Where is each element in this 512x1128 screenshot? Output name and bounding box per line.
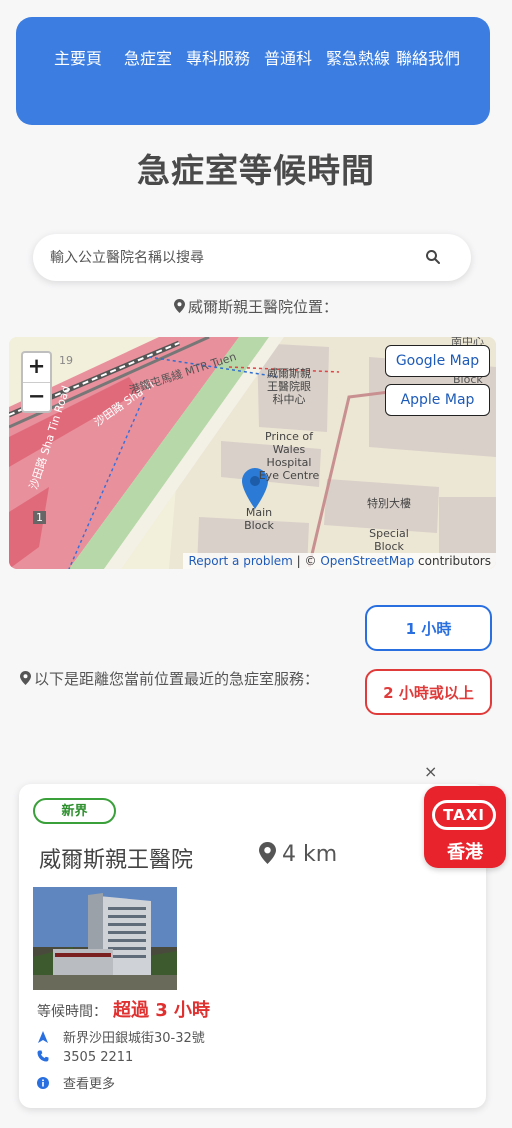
taxi-label: TAXI: [432, 800, 496, 830]
taxi-hk-button[interactable]: TAXI 香港: [424, 786, 506, 868]
wait-time-label: 等候時間：: [37, 1004, 107, 1020]
hospital-name: 威爾斯親王醫院: [39, 848, 194, 873]
osm-link[interactable]: OpenStreetMap: [320, 554, 414, 568]
distance: 4 km: [259, 842, 337, 867]
location-label: 威爾斯親王醫院位置：: [0, 296, 512, 317]
phone-icon: [37, 1050, 49, 1062]
map-pin-icon: [173, 299, 185, 313]
map-pin-icon: [20, 671, 31, 685]
google-map-button[interactable]: Google Map: [385, 345, 490, 377]
zoom-in-button[interactable]: +: [23, 353, 50, 383]
apple-map-button[interactable]: Apple Map: [385, 384, 490, 416]
map-label-number: 19: [59, 354, 73, 367]
navigation-arrow-icon: [38, 1031, 48, 1043]
nav-item-hotline[interactable]: 緊急熱線: [323, 48, 393, 70]
nav-item-label: 聯絡我們: [395, 49, 460, 68]
address-row[interactable]: 新界沙田銀城街30-32號: [37, 1027, 205, 1046]
wait-time-row: 等候時間： 超過 3 小時: [37, 996, 210, 1022]
map-pin-icon: [259, 842, 276, 864]
nav-item-label: 普通科: [263, 49, 312, 68]
search-input[interactable]: [48, 248, 412, 267]
filter-2-hours-button[interactable]: 2 小時或以上: [365, 669, 492, 715]
map-label-main-block: Main Block: [244, 506, 274, 532]
search-bar: [33, 234, 471, 281]
hospital-card[interactable]: 新界 威爾斯親王醫院 4 km 等候時間： 超過 3 小時 新界沙田銀城街30-3…: [19, 784, 486, 1108]
zoom-control: + −: [21, 351, 52, 413]
search-icon[interactable]: [425, 249, 441, 265]
nav-item-label: 專科服務: [185, 49, 250, 68]
more-row[interactable]: 查看更多: [37, 1073, 115, 1092]
taxi-hk-label: 香港: [447, 842, 483, 863]
nav-item-label: 急症室: [123, 49, 172, 68]
wait-time-value: 超過 3 小時: [113, 1000, 211, 1021]
more-link: 查看更多: [63, 1077, 116, 1092]
nearest-label: 以下是距離您當前位置最近的急症室服務：: [20, 668, 319, 689]
distance-value: 4 km: [282, 842, 338, 867]
nav-item-home[interactable]: 主要頁: [43, 48, 113, 70]
nav-item-label: 緊急熱線: [325, 49, 390, 68]
filter-1-hour-button[interactable]: 1 小時: [365, 605, 492, 651]
info-icon: [37, 1077, 49, 1089]
map-attribution: Report a problem | © OpenStreetMap contr…: [183, 553, 496, 569]
nav-item-label: 主要頁: [53, 49, 102, 68]
nav-item-general[interactable]: 普通科: [253, 48, 323, 70]
map-label-eye-centre-en: Prince of Wales Hospital Eye Centre: [258, 430, 320, 482]
nav-item-specialist[interactable]: 專科服務: [183, 48, 253, 70]
hospital-map[interactable]: 威爾斯親王醫院眼科中心 Prince of Wales Hospital Eye…: [9, 337, 496, 569]
hospital-photo: [33, 887, 177, 990]
nav-item-emergency[interactable]: 急症室: [113, 48, 183, 70]
nearest-label-text: 以下是距離您當前位置最近的急症室服務：: [34, 670, 320, 688]
phone-row[interactable]: 3505 2211: [37, 1050, 133, 1065]
page-title: 急症室等候時間: [137, 151, 375, 190]
address-text: 新界沙田銀城街30-32號: [63, 1031, 205, 1046]
phone-text: 3505 2211: [63, 1050, 134, 1065]
attribution-separator: | ©: [292, 554, 321, 568]
report-problem-link[interactable]: Report a problem: [188, 554, 292, 568]
map-label-eye-centre-zh: 威爾斯親王醫院眼科中心: [267, 367, 311, 406]
map-label-special-block-zh: 特別大樓: [367, 497, 411, 510]
zoom-out-button[interactable]: −: [23, 383, 50, 412]
region-badge: 新界: [33, 798, 116, 824]
top-nav: 主要頁 急症室 專科服務 普通科 緊急熱線 聯絡我們: [16, 17, 490, 125]
attribution-contributors: contributors: [414, 554, 491, 568]
nav-item-contact[interactable]: 聯絡我們: [393, 48, 463, 70]
map-label-special-block-en: Special Block: [369, 527, 409, 553]
map-label-badge: 1: [33, 511, 46, 524]
close-icon[interactable]: ×: [424, 762, 437, 781]
location-label-text: 威爾斯親王醫院位置：: [187, 298, 338, 316]
